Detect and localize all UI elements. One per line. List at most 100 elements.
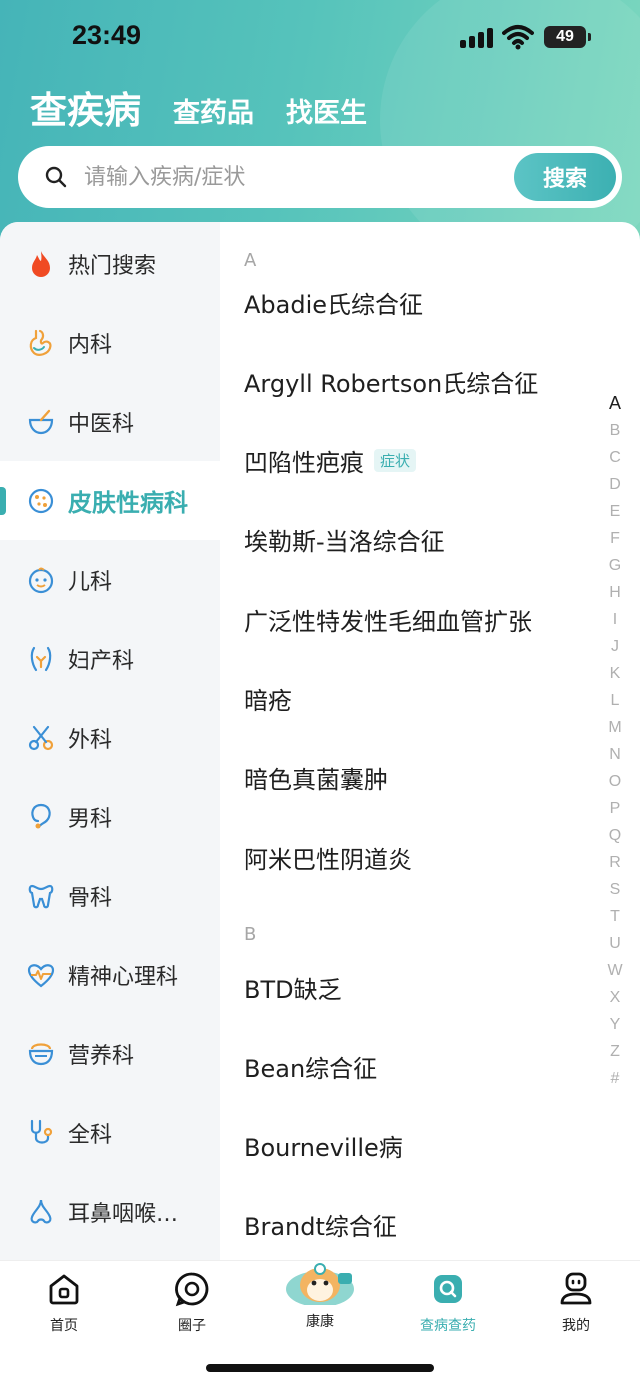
sidebar-item-general[interactable]: 全科 bbox=[0, 1093, 220, 1172]
index-letter[interactable]: X bbox=[600, 984, 630, 1011]
profile-icon bbox=[560, 1272, 592, 1305]
status-bar: 23:49 49 bbox=[0, 0, 640, 78]
list-item[interactable]: Abadie氏综合征 bbox=[244, 277, 423, 327]
search-input[interactable] bbox=[84, 158, 504, 196]
bowl-icon bbox=[28, 1042, 54, 1065]
index-letter[interactable]: L bbox=[600, 687, 630, 714]
battery-icon: 49 bbox=[544, 26, 591, 48]
list-item[interactable]: 埃勒斯-当洛综合征 bbox=[244, 514, 445, 564]
wifi-icon bbox=[502, 25, 534, 50]
index-letter[interactable]: I bbox=[600, 606, 630, 633]
disease-list: A Abadie氏综合征 Argyll Robertson氏综合征 凹陷性疤痕 … bbox=[220, 222, 600, 1260]
section-header-b: B bbox=[244, 924, 257, 945]
sidebar-item-obgyn[interactable]: 妇产科 bbox=[0, 619, 220, 698]
tab-search-disease-medicine[interactable]: 查病查药 bbox=[398, 1271, 498, 1341]
list-item[interactable]: BTD缺乏 bbox=[244, 962, 342, 1012]
index-letter[interactable]: Z bbox=[600, 1038, 630, 1065]
tab-medicine[interactable]: 查药品 bbox=[173, 94, 254, 134]
tab-home[interactable]: 首页 bbox=[14, 1271, 114, 1341]
sidebar-item-label: 耳鼻咽喉… bbox=[68, 1201, 179, 1227]
index-letter[interactable]: Q bbox=[600, 822, 630, 849]
sidebar-item-internal[interactable]: 内科 bbox=[0, 303, 220, 382]
cellular-signal-icon bbox=[460, 28, 494, 48]
stomach-icon bbox=[29, 329, 52, 356]
tab-circle[interactable]: 圈子 bbox=[142, 1271, 242, 1341]
sidebar-item-label: 男科 bbox=[68, 806, 113, 832]
sidebar-item-pediatrics[interactable]: 儿科 bbox=[0, 540, 220, 619]
list-item[interactable]: 暗色真菌囊肿 bbox=[244, 752, 388, 802]
sidebar-item-orthopedics[interactable]: 骨科 bbox=[0, 856, 220, 935]
tab-doctor[interactable]: 找医生 bbox=[286, 94, 367, 134]
list-item[interactable]: 暗疮 bbox=[244, 673, 292, 723]
baby-face-icon bbox=[28, 567, 54, 593]
symptom-tag: 症状 bbox=[374, 448, 417, 472]
index-letter[interactable]: W bbox=[600, 957, 630, 984]
index-letter[interactable]: T bbox=[600, 903, 630, 930]
mortar-icon bbox=[28, 409, 54, 434]
tab-kangkang[interactable]: 康康 bbox=[270, 1263, 370, 1341]
index-letter[interactable]: H bbox=[600, 579, 630, 606]
list-item[interactable]: 凹陷性疤痕 症状 bbox=[244, 435, 417, 485]
sidebar-item-label: 皮肤性病科 bbox=[68, 489, 188, 517]
tab-disease[interactable]: 查疾病 bbox=[30, 88, 141, 134]
list-item[interactable]: Brandt综合征 bbox=[244, 1199, 397, 1249]
bone-icon bbox=[28, 884, 54, 908]
sidebar-item-label: 营养科 bbox=[68, 1043, 135, 1069]
index-letter[interactable]: U bbox=[600, 930, 630, 957]
uterus-icon bbox=[30, 646, 52, 671]
sidebar-item-andrology[interactable]: 男科 bbox=[0, 777, 220, 856]
home-indicator bbox=[206, 1364, 434, 1372]
home-icon bbox=[49, 1274, 79, 1305]
index-letter[interactable]: D bbox=[600, 471, 630, 498]
sidebar-item-psychiatry[interactable]: 精神心理科 bbox=[0, 935, 220, 1014]
sidebar-item-dermatology[interactable]: 皮肤性病科 bbox=[0, 461, 220, 540]
sidebar-item-ent[interactable]: 耳鼻咽喉… bbox=[0, 1172, 220, 1251]
index-letter[interactable]: P bbox=[600, 795, 630, 822]
sidebar-item-label: 妇产科 bbox=[68, 648, 135, 674]
index-letter[interactable]: G bbox=[600, 552, 630, 579]
index-letter[interactable]: B bbox=[600, 417, 630, 444]
list-item[interactable]: Bean综合征 bbox=[244, 1041, 377, 1091]
search-medicine-icon bbox=[434, 1275, 462, 1303]
sidebar-item-label: 全科 bbox=[68, 1122, 113, 1148]
index-letter[interactable]: E bbox=[600, 498, 630, 525]
stethoscope-icon bbox=[30, 1119, 53, 1144]
index-letter[interactable]: N bbox=[600, 741, 630, 768]
list-item[interactable]: 阿米巴性阴道炎 bbox=[244, 832, 412, 882]
category-tabs: 查疾病 查药品 找医生 bbox=[30, 86, 399, 134]
index-letter[interactable]: S bbox=[600, 876, 630, 903]
index-letter[interactable]: M bbox=[600, 714, 630, 741]
list-item[interactable]: Argyll Robertson氏综合征 bbox=[244, 356, 538, 406]
male-icon bbox=[31, 803, 51, 828]
mascot-icon bbox=[286, 1263, 354, 1305]
sidebar-item-label: 中医科 bbox=[68, 411, 135, 437]
sidebar-item-surgery[interactable]: 外科 bbox=[0, 698, 220, 777]
sidebar-item-label: 骨科 bbox=[68, 885, 113, 911]
section-header-a: A bbox=[244, 250, 257, 271]
sidebar-item-nutrition[interactable]: 营养科 bbox=[0, 1014, 220, 1093]
index-letter[interactable]: A bbox=[600, 390, 630, 417]
sidebar-item-label: 热门搜索 bbox=[68, 253, 157, 279]
chat-circle-icon bbox=[175, 1272, 209, 1307]
sidebar-item-hot-search[interactable]: 热门搜索 bbox=[0, 224, 220, 303]
index-letter[interactable]: F bbox=[600, 525, 630, 552]
skin-icon bbox=[28, 488, 54, 513]
index-letter[interactable]: Y bbox=[600, 1011, 630, 1038]
list-item[interactable]: Bourneville病 bbox=[244, 1120, 403, 1170]
index-letter[interactable]: C bbox=[600, 444, 630, 471]
list-item[interactable]: 广泛性特发性毛细血管扩张 bbox=[244, 594, 532, 644]
index-letter[interactable]: K bbox=[600, 660, 630, 687]
status-time: 23:49 bbox=[72, 20, 142, 50]
department-sidebar: 热门搜索 内科 中医科 皮肤性病科 儿科 妇产科 外科 男科 骨科 精神心理科 … bbox=[0, 222, 220, 1260]
index-letter[interactable]: O bbox=[600, 768, 630, 795]
index-letter[interactable]: # bbox=[600, 1065, 630, 1092]
sidebar-item-label: 儿科 bbox=[68, 569, 113, 595]
search-button[interactable]: 搜索 bbox=[514, 153, 616, 201]
sidebar-item-tcm[interactable]: 中医科 bbox=[0, 382, 220, 461]
index-letter[interactable]: J bbox=[600, 633, 630, 660]
flame-icon bbox=[32, 250, 50, 277]
index-letter[interactable]: R bbox=[600, 849, 630, 876]
tab-profile[interactable]: 我的 bbox=[526, 1271, 626, 1341]
sidebar-item-label: 内科 bbox=[68, 332, 113, 358]
search-bar: 搜索 bbox=[18, 146, 622, 208]
